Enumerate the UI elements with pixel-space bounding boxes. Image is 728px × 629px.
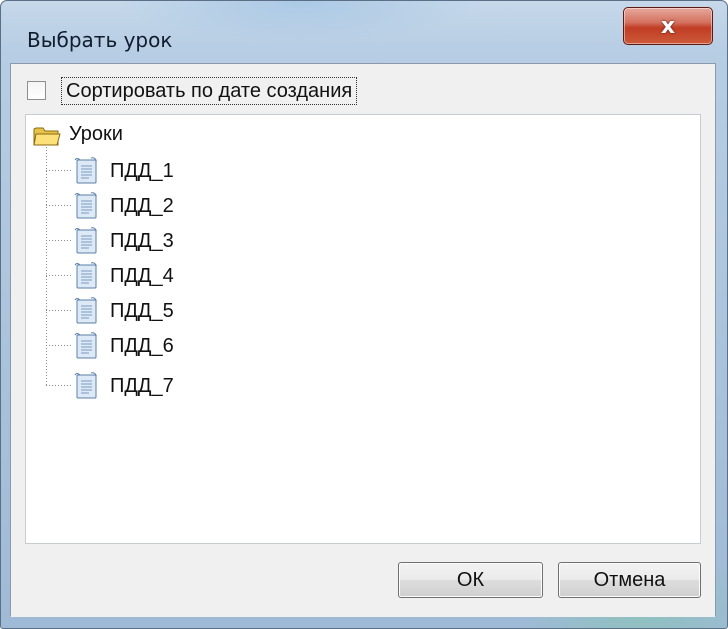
tree-item-label: ПДД_3 <box>110 230 174 252</box>
title-bar[interactable]: Выбрать урок x <box>1 1 727 63</box>
tree-item-label: ПДД_4 <box>110 265 174 287</box>
close-icon: x <box>660 13 676 39</box>
sort-by-date-label[interactable]: Сортировать по дате создания <box>61 77 358 105</box>
dialog-client-area: Сортировать по дате создания Уроки ПДД_1… <box>10 63 716 617</box>
document-icon <box>74 192 97 219</box>
close-button[interactable]: x <box>623 7 713 45</box>
ok-button[interactable]: ОК <box>398 562 543 598</box>
document-icon <box>74 227 97 254</box>
tree-item-label: ПДД_1 <box>110 160 174 182</box>
dialog-window: Выбрать урок x Сортировать по дате созда… <box>0 0 728 629</box>
dialog-footer: ОК Отмена <box>11 544 715 617</box>
document-icon <box>74 332 97 359</box>
lessons-tree[interactable]: Уроки ПДД_1 ПДД_2 ПДД_3 ПДД_4 ПДД_5 ПДД_… <box>25 114 701 544</box>
tree-root-folder[interactable] <box>33 125 61 147</box>
window-title: Выбрать урок <box>27 28 173 52</box>
sort-option-row: Сортировать по дате создания <box>11 64 715 114</box>
cancel-button[interactable]: Отмена <box>558 562 701 598</box>
tree-item-label: ПДД_6 <box>110 335 174 357</box>
document-icon <box>74 157 97 184</box>
tree-item-label: ПДД_2 <box>110 195 174 217</box>
tree-item-label: ПДД_7 <box>110 375 174 397</box>
tree-root-label[interactable]: Уроки <box>69 123 123 146</box>
folder-icon <box>33 127 61 146</box>
sort-by-date-checkbox[interactable] <box>27 81 46 100</box>
tree-item-label: ПДД_5 <box>110 300 174 322</box>
document-icon <box>74 297 97 324</box>
document-icon <box>74 372 97 399</box>
document-icon <box>74 262 97 289</box>
